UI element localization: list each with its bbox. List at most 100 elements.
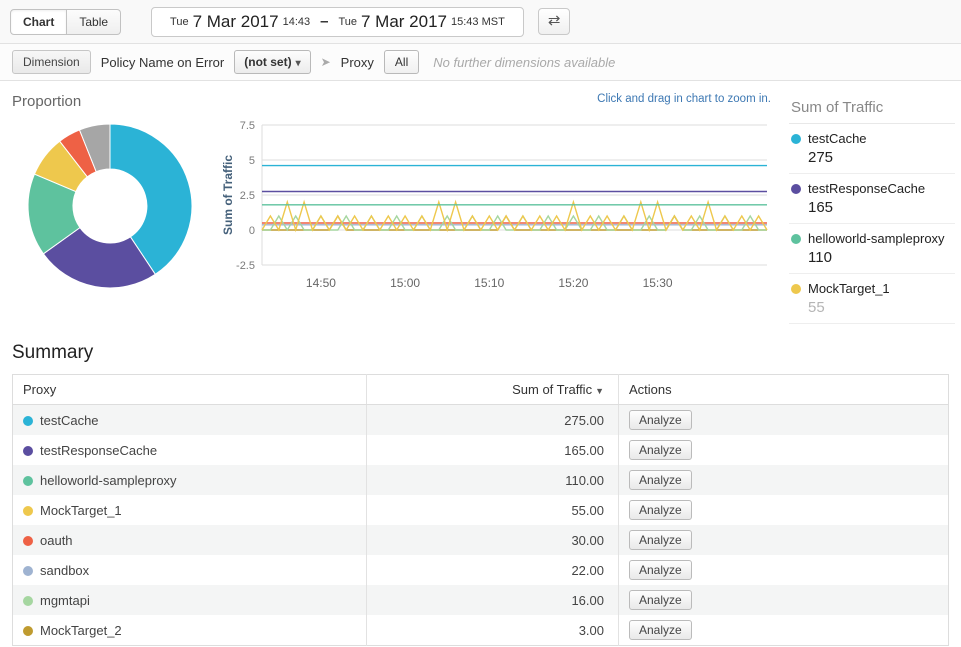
series-color-dot (23, 536, 33, 546)
proportion-title: Proportion (12, 93, 220, 110)
actions-cell: Analyze (619, 525, 949, 555)
proxy-cell: MockTarget_1 (13, 495, 367, 525)
x-tick-label: 15:00 (390, 276, 420, 290)
series-color-dot (791, 184, 801, 194)
date-range-picker[interactable]: Tue 7 Mar 2017 14:43 – Tue 7 Mar 2017 15… (151, 7, 524, 37)
series-color-dot (23, 416, 33, 426)
end-date: 7 Mar 2017 (361, 12, 447, 32)
actions-cell: Analyze (619, 495, 949, 525)
analyze-button[interactable]: Analyze (629, 530, 692, 550)
legend-series-value: 275 (791, 149, 955, 166)
traffic-value-cell: 165.00 (367, 435, 619, 465)
legend-series-name: testCache (808, 131, 867, 146)
actions-cell: Analyze (619, 615, 949, 646)
legend-title: Sum of Traffic (789, 97, 955, 124)
table-header-row: Proxy Sum of Traffic▼ Actions (13, 375, 949, 405)
actions-cell: Analyze (619, 405, 949, 436)
series-line-mocktarget_1 (262, 202, 767, 230)
actions-cell: Analyze (619, 435, 949, 465)
proxy-cell: testResponseCache (13, 435, 367, 465)
legend-series-value: 165 (791, 199, 955, 216)
analyze-button[interactable]: Analyze (629, 440, 692, 460)
legend-item[interactable]: MockTarget_155 (789, 274, 955, 324)
no-dimensions-hint: No further dimensions available (433, 55, 615, 70)
analyze-button[interactable]: Analyze (629, 470, 692, 490)
y-tick-label: 7.5 (240, 120, 255, 132)
column-header-proxy[interactable]: Proxy (13, 375, 367, 405)
analyze-button[interactable]: Analyze (629, 560, 692, 580)
table-row: helloworld-sampleproxy110.00 Analyze (13, 465, 949, 495)
column-header-actions: Actions (619, 375, 949, 405)
y-tick-label: 5 (249, 155, 255, 167)
tab-table[interactable]: Table (67, 9, 121, 35)
legend-panel: Sum of Traffic testCache 275 testResponseC… (783, 93, 955, 324)
analyze-button[interactable]: Analyze (629, 500, 692, 520)
proxy-cell: sandbox (13, 555, 367, 585)
series-color-dot (23, 506, 33, 516)
arrow-right-icon: ➤ (321, 55, 331, 69)
series-color-dot (23, 626, 33, 636)
dimension-chip[interactable]: Dimension (12, 50, 91, 74)
proxy-name: mgmtapi (40, 593, 90, 608)
y-axis-label: Sum of Traffic (221, 155, 235, 235)
traffic-value-cell: 30.00 (367, 525, 619, 555)
table-row: sandbox 22.00 Analyze (13, 555, 949, 585)
dimension-value-dropdown[interactable]: (not set)▾ (234, 50, 310, 74)
proxy-cell: oauth (13, 525, 367, 555)
legend-item[interactable]: testCache 275 (789, 124, 955, 174)
table-row: mgmtapi 16.00 Analyze (13, 585, 949, 615)
traffic-value-cell: 16.00 (367, 585, 619, 615)
start-time: 14:43 (283, 16, 311, 28)
tab-chart[interactable]: Chart (10, 9, 67, 35)
actions-cell: Analyze (619, 465, 949, 495)
traffic-value-cell: 3.00 (367, 615, 619, 646)
start-date: 7 Mar 2017 (193, 12, 279, 32)
traffic-line-chart[interactable]: 7.552.50-2.514:5015:0015:1015:2015:30Sum… (220, 113, 780, 295)
series-color-dot (23, 566, 33, 576)
column-header-sum-of-traffic[interactable]: Sum of Traffic▼ (367, 375, 619, 405)
y-tick-label: 2.5 (240, 190, 255, 202)
table-row: testCache275.00Analyze (13, 405, 949, 436)
dimension-name-label: Policy Name on Error (101, 55, 225, 70)
table-row: testResponseCache165.00 Analyze (13, 435, 949, 465)
y-tick-label: 0 (249, 225, 255, 237)
analyze-button[interactable]: Analyze (629, 590, 692, 610)
proxy-name: MockTarget_1 (40, 503, 122, 518)
proxy-cell: testCache (13, 405, 367, 436)
series-color-dot (23, 446, 33, 456)
summary-table: Proxy Sum of Traffic▼ Actions testCache2… (12, 374, 949, 646)
chart-table-toggle: Chart Table (10, 9, 121, 35)
zoom-hint: Click and drag in chart to zoom in. (597, 93, 771, 105)
series-color-dot (791, 134, 801, 144)
series-color-dot (23, 476, 33, 486)
dimension-bar: Dimension Policy Name on Error (not set)… (0, 44, 961, 81)
table-row: oauth 30.00 Analyze (13, 525, 949, 555)
series-color-dot (791, 234, 801, 244)
sort-desc-icon: ▼ (595, 386, 604, 396)
analyze-button[interactable]: Analyze (629, 410, 692, 430)
proxy-cell: mgmtapi (13, 585, 367, 615)
legend-item[interactable]: testResponseCache165 (789, 174, 955, 224)
refresh-button[interactable]: ⇄ (538, 8, 571, 35)
proxy-all-button[interactable]: All (384, 50, 419, 74)
proxy-cell: helloworld-sampleproxy (13, 465, 367, 495)
donut-chart[interactable] (10, 118, 210, 294)
traffic-value-cell: 22.00 (367, 555, 619, 585)
actions-cell: Analyze (619, 555, 949, 585)
x-tick-label: 14:50 (306, 276, 336, 290)
x-tick-label: 15:30 (643, 276, 673, 290)
traffic-value-cell: 55.00 (367, 495, 619, 525)
proportion-panel: Proportion (10, 93, 220, 324)
proxy-name: oauth (40, 533, 73, 548)
line-chart-panel: Click and drag in chart to zoom in. 7.5 5… (220, 93, 783, 324)
y-tick-label: -2.5 (236, 260, 255, 272)
toolbar: Chart Table Tue 7 Mar 2017 14:43 – Tue 7… (0, 0, 961, 44)
analyze-button[interactable]: Analyze (629, 620, 692, 640)
dropdown-selected-value: (not set) (244, 55, 291, 69)
legend-series-value: 110 (791, 249, 955, 266)
proxy-name: sandbox (40, 563, 89, 578)
legend-series-value: 55 (791, 299, 955, 316)
legend-item[interactable]: helloworld-sampleproxy110 (789, 224, 955, 274)
table-row: MockTarget_23.00Analyze (13, 615, 949, 646)
traffic-value-cell: 110.00 (367, 465, 619, 495)
